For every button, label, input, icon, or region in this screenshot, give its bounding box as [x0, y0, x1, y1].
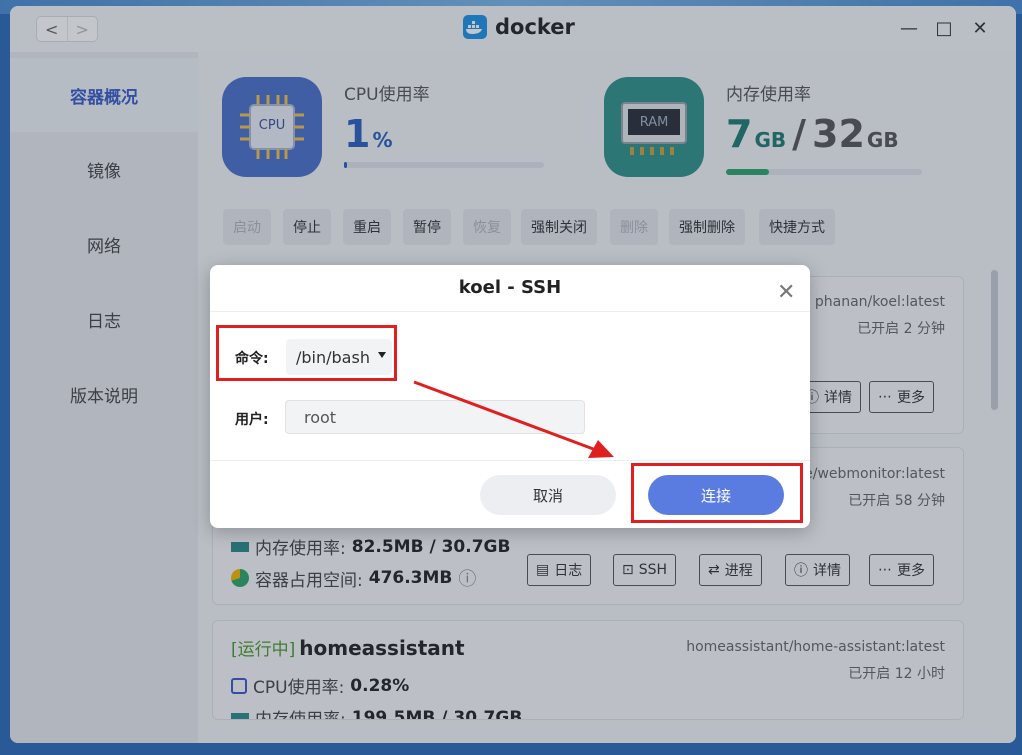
annotation-arrow-icon	[413, 380, 614, 458]
